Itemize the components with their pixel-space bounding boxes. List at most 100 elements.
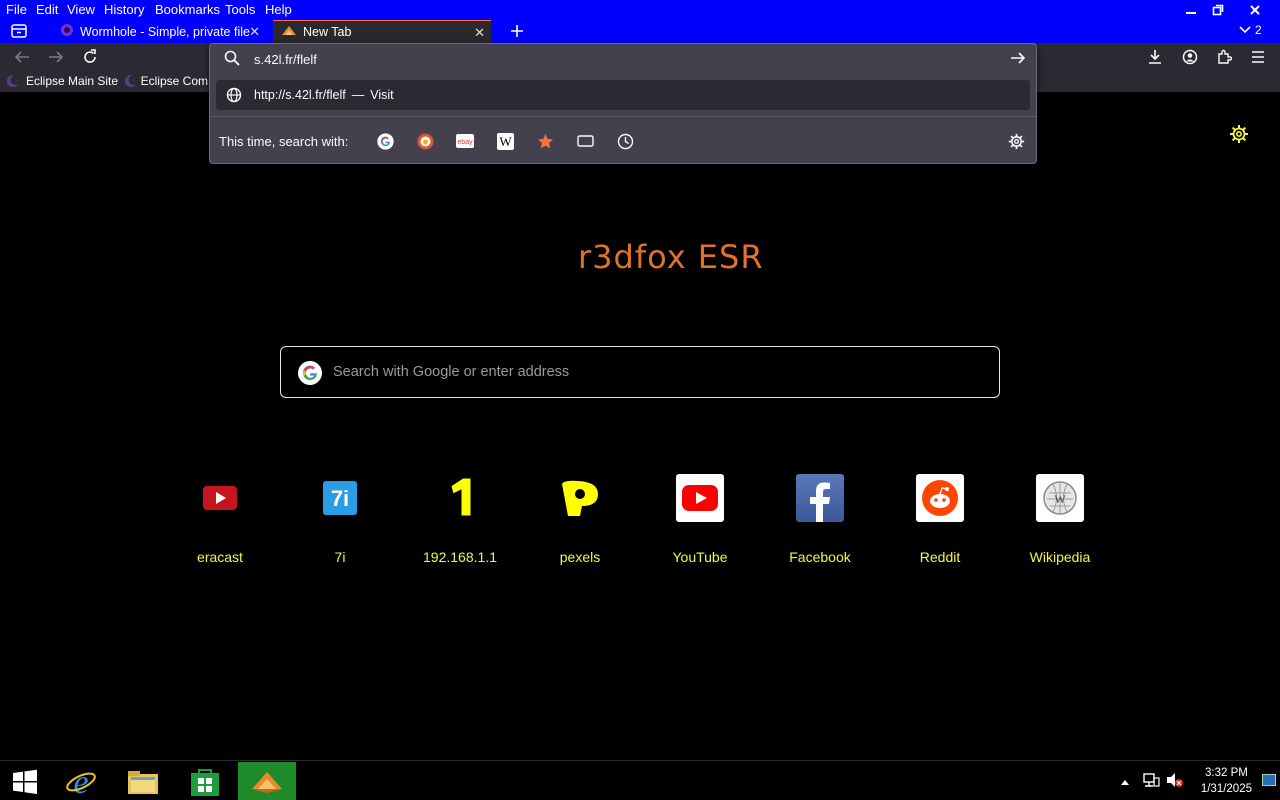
engine-wikipedia-button[interactable]: W [496,132,514,150]
search-icon [224,50,240,69]
r3dfox-icon [252,771,282,793]
hamburger-icon [1252,51,1264,63]
engine-duckduckgo-button[interactable] [416,132,434,150]
reload-button[interactable] [79,46,101,68]
facebook-icon [796,474,844,522]
google-icon [297,360,323,391]
restore-icon [1212,4,1224,15]
menu-view[interactable]: View [67,2,95,17]
ebay-icon: ebay [456,134,474,148]
tab-manager-button[interactable] [8,20,30,42]
tab-close-button[interactable]: ✕ [249,24,260,40]
tab-icon [576,135,594,147]
arrow-left-icon [14,51,29,63]
forward-button[interactable] [45,46,67,68]
svg-text:W: W [1054,492,1066,506]
engine-ebay-button[interactable]: ebay [456,132,474,150]
clock-date: 1/31/2025 [1200,783,1252,795]
top-site-reddit[interactable]: Reddit [880,474,1000,574]
suggestion-url: http://s.42l.fr/flelf [254,88,346,102]
tab-list-button[interactable]: 2 [1238,23,1262,37]
taskbar-store[interactable] [180,762,230,800]
extensions-button[interactable] [1213,46,1235,68]
bookmarks-search-button[interactable] [536,132,554,150]
tab-close-button[interactable]: ✕ [474,25,485,41]
show-hidden-icons-button[interactable] [1120,773,1130,791]
close-window-button[interactable] [1240,1,1270,18]
tab-strip: Wormhole - Simple, private file ✕ New Ta… [0,20,1280,43]
top-site-youtube[interactable]: YouTube [640,474,760,574]
top-site-label: eracast [197,549,243,565]
top-site-pexels[interactable]: pexels [520,474,640,574]
url-input-value: s.42l.fr/flelf [254,52,317,67]
tab-new-tab[interactable]: New Tab ✕ [273,20,491,43]
restore-button[interactable] [1205,1,1231,18]
r3dfox-icon [281,25,297,40]
top-site-label: 7i [334,549,346,565]
brand-logo-text: r3dfox ESR [578,238,764,276]
network-status-button[interactable] [1142,772,1160,793]
taskbar-internet-explorer[interactable]: e [56,762,106,800]
urlbar-dropdown: s.42l.fr/flelf http://s.42l.fr/flelf — Vis… [209,43,1037,164]
system-clock[interactable]: 3:32 PM 1/31/2025 [1201,765,1252,797]
tab-count: 2 [1255,23,1262,37]
google-icon [376,132,394,150]
search-with-label: This time, search with: [219,134,349,149]
show-desktop-button[interactable] [1262,774,1276,786]
back-button[interactable] [11,46,33,68]
store-icon [191,768,219,796]
new-tab-button[interactable] [506,20,528,42]
taskbar-file-explorer[interactable] [118,762,168,800]
tab-manager-icon [11,24,27,38]
url-input[interactable]: s.42l.fr/flelf [210,44,1036,74]
volume-muted-icon [1167,773,1183,787]
suggestion-row[interactable]: http://s.42l.fr/flelf — Visit [216,80,1030,110]
menu-bookmarks[interactable]: Bookmarks [155,2,220,17]
tab-wormhole[interactable]: Wormhole - Simple, private file ✕ [52,20,266,43]
top-site-label: pexels [559,549,601,565]
downloads-button[interactable] [1144,46,1166,68]
app-menu-button[interactable] [1247,46,1269,68]
top-site-label: 192.168.1.1 [423,549,497,565]
minimize-button[interactable] [1178,1,1204,18]
wikipedia-icon: W [1036,474,1084,522]
bookmark-eclipse-main[interactable]: Eclipse Main Site [6,74,118,88]
taskbar-r3dfox[interactable] [238,762,296,800]
menu-tools[interactable]: Tools [225,2,255,17]
eracast-icon [196,474,244,522]
go-button[interactable] [1010,51,1026,68]
top-site-wikipedia[interactable]: W Wikipedia [1000,474,1120,574]
search-input[interactable]: Search with Google or enter address [280,346,1000,398]
top-site-facebook[interactable]: Facebook [760,474,880,574]
top-site-label: Facebook [789,549,851,565]
menu-edit[interactable]: Edit [36,2,58,17]
history-search-button[interactable] [616,132,634,150]
arrow-right-icon [49,51,64,63]
tabs-search-button[interactable] [576,132,594,150]
internet-explorer-icon: e [66,766,96,798]
reload-icon [84,49,96,63]
top-site-router[interactable]: 192.168.1.1 [400,474,520,574]
top-site-7i[interactable]: 7i 7i [280,474,400,574]
download-icon [1149,50,1161,64]
customize-button[interactable] [1229,124,1249,149]
menu-help[interactable]: Help [265,2,292,17]
top-site-label: Wikipedia [1029,549,1091,565]
gear-icon [1008,133,1024,149]
engine-google-button[interactable] [376,132,394,150]
top-site-eracast[interactable]: eracast [160,474,280,574]
wormhole-icon [60,23,74,40]
menu-history[interactable]: History [104,2,144,17]
tab-title: New Tab [303,25,352,39]
start-button[interactable] [0,762,50,800]
bookmark-label: Eclipse Com [140,74,208,88]
puzzle-icon [1218,49,1232,64]
volume-button[interactable] [1166,772,1184,793]
pexels-icon [556,474,604,522]
bookmark-eclipse-com[interactable]: Eclipse Com [124,74,208,88]
top-site-label: YouTube [672,549,728,565]
account-button[interactable] [1179,46,1201,68]
search-settings-button[interactable] [1007,132,1025,150]
network-icon [1143,773,1160,787]
menu-file[interactable]: File [6,2,27,17]
